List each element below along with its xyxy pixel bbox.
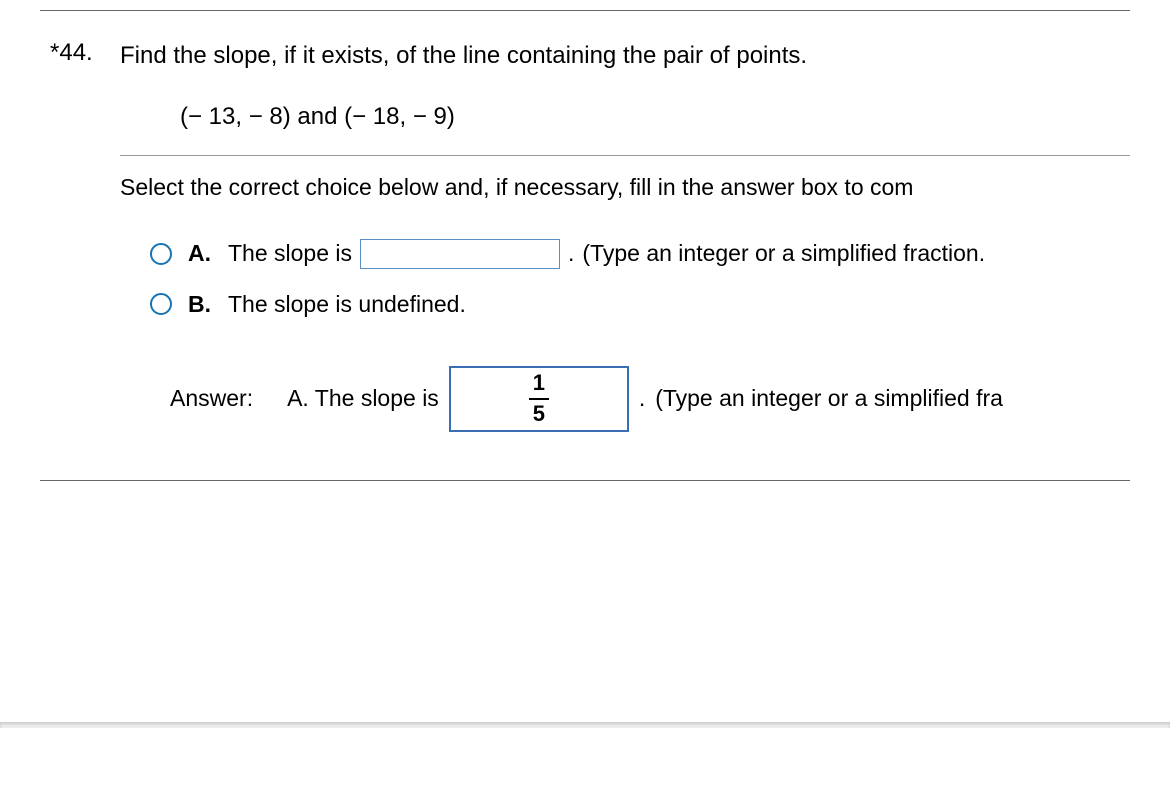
question-container: *44. Find the slope, if it exists, of th… xyxy=(0,10,1170,481)
choice-b-text: The slope is undefined. xyxy=(228,291,466,318)
choice-a-row: A. The slope is . (Type an integer or a … xyxy=(150,239,1170,269)
choice-a-label: A. xyxy=(188,240,214,267)
answer-value-box: 1 5 xyxy=(449,366,629,432)
question-header: *44. Find the slope, if it exists, of th… xyxy=(50,39,1130,73)
choice-a-content: The slope is . (Type an integer or a sim… xyxy=(228,239,985,269)
answer-denominator: 5 xyxy=(529,402,549,426)
instruction-text: Select the correct choice below and, if … xyxy=(120,174,1170,201)
answer-hint: (Type an integer or a simplified fra xyxy=(655,385,1003,412)
choice-a-hint: (Type an integer or a simplified fractio… xyxy=(582,240,985,267)
choice-b-label: B. xyxy=(188,291,214,318)
fraction-bar xyxy=(529,398,549,400)
answer-period: . xyxy=(639,385,645,412)
radio-b[interactable] xyxy=(150,293,172,315)
question-number: *44. xyxy=(50,39,120,67)
answer-numerator: 1 xyxy=(529,371,549,395)
page-edge-shadow xyxy=(0,722,1170,728)
bottom-divider xyxy=(40,480,1130,481)
choices-group: A. The slope is . (Type an integer or a … xyxy=(150,239,1170,318)
choice-b-row: B. The slope is undefined. xyxy=(150,291,1170,318)
radio-a[interactable] xyxy=(150,243,172,265)
choice-a-input[interactable] xyxy=(360,239,560,269)
answer-section: Answer: A. The slope is 1 5 . (Type an i… xyxy=(170,366,1170,432)
question-block: *44. Find the slope, if it exists, of th… xyxy=(0,11,1170,131)
choice-a-text-before: The slope is xyxy=(228,240,352,267)
choice-a-period: . xyxy=(568,240,574,267)
answer-fraction: 1 5 xyxy=(529,371,549,425)
sub-divider xyxy=(120,155,1130,156)
question-points: (− 13, − 8) and (− 18, − 9) xyxy=(180,103,1130,131)
answer-label: Answer: xyxy=(170,385,253,412)
question-prompt: Find the slope, if it exists, of the lin… xyxy=(120,39,807,73)
answer-letter-text: A. The slope is xyxy=(287,385,439,412)
